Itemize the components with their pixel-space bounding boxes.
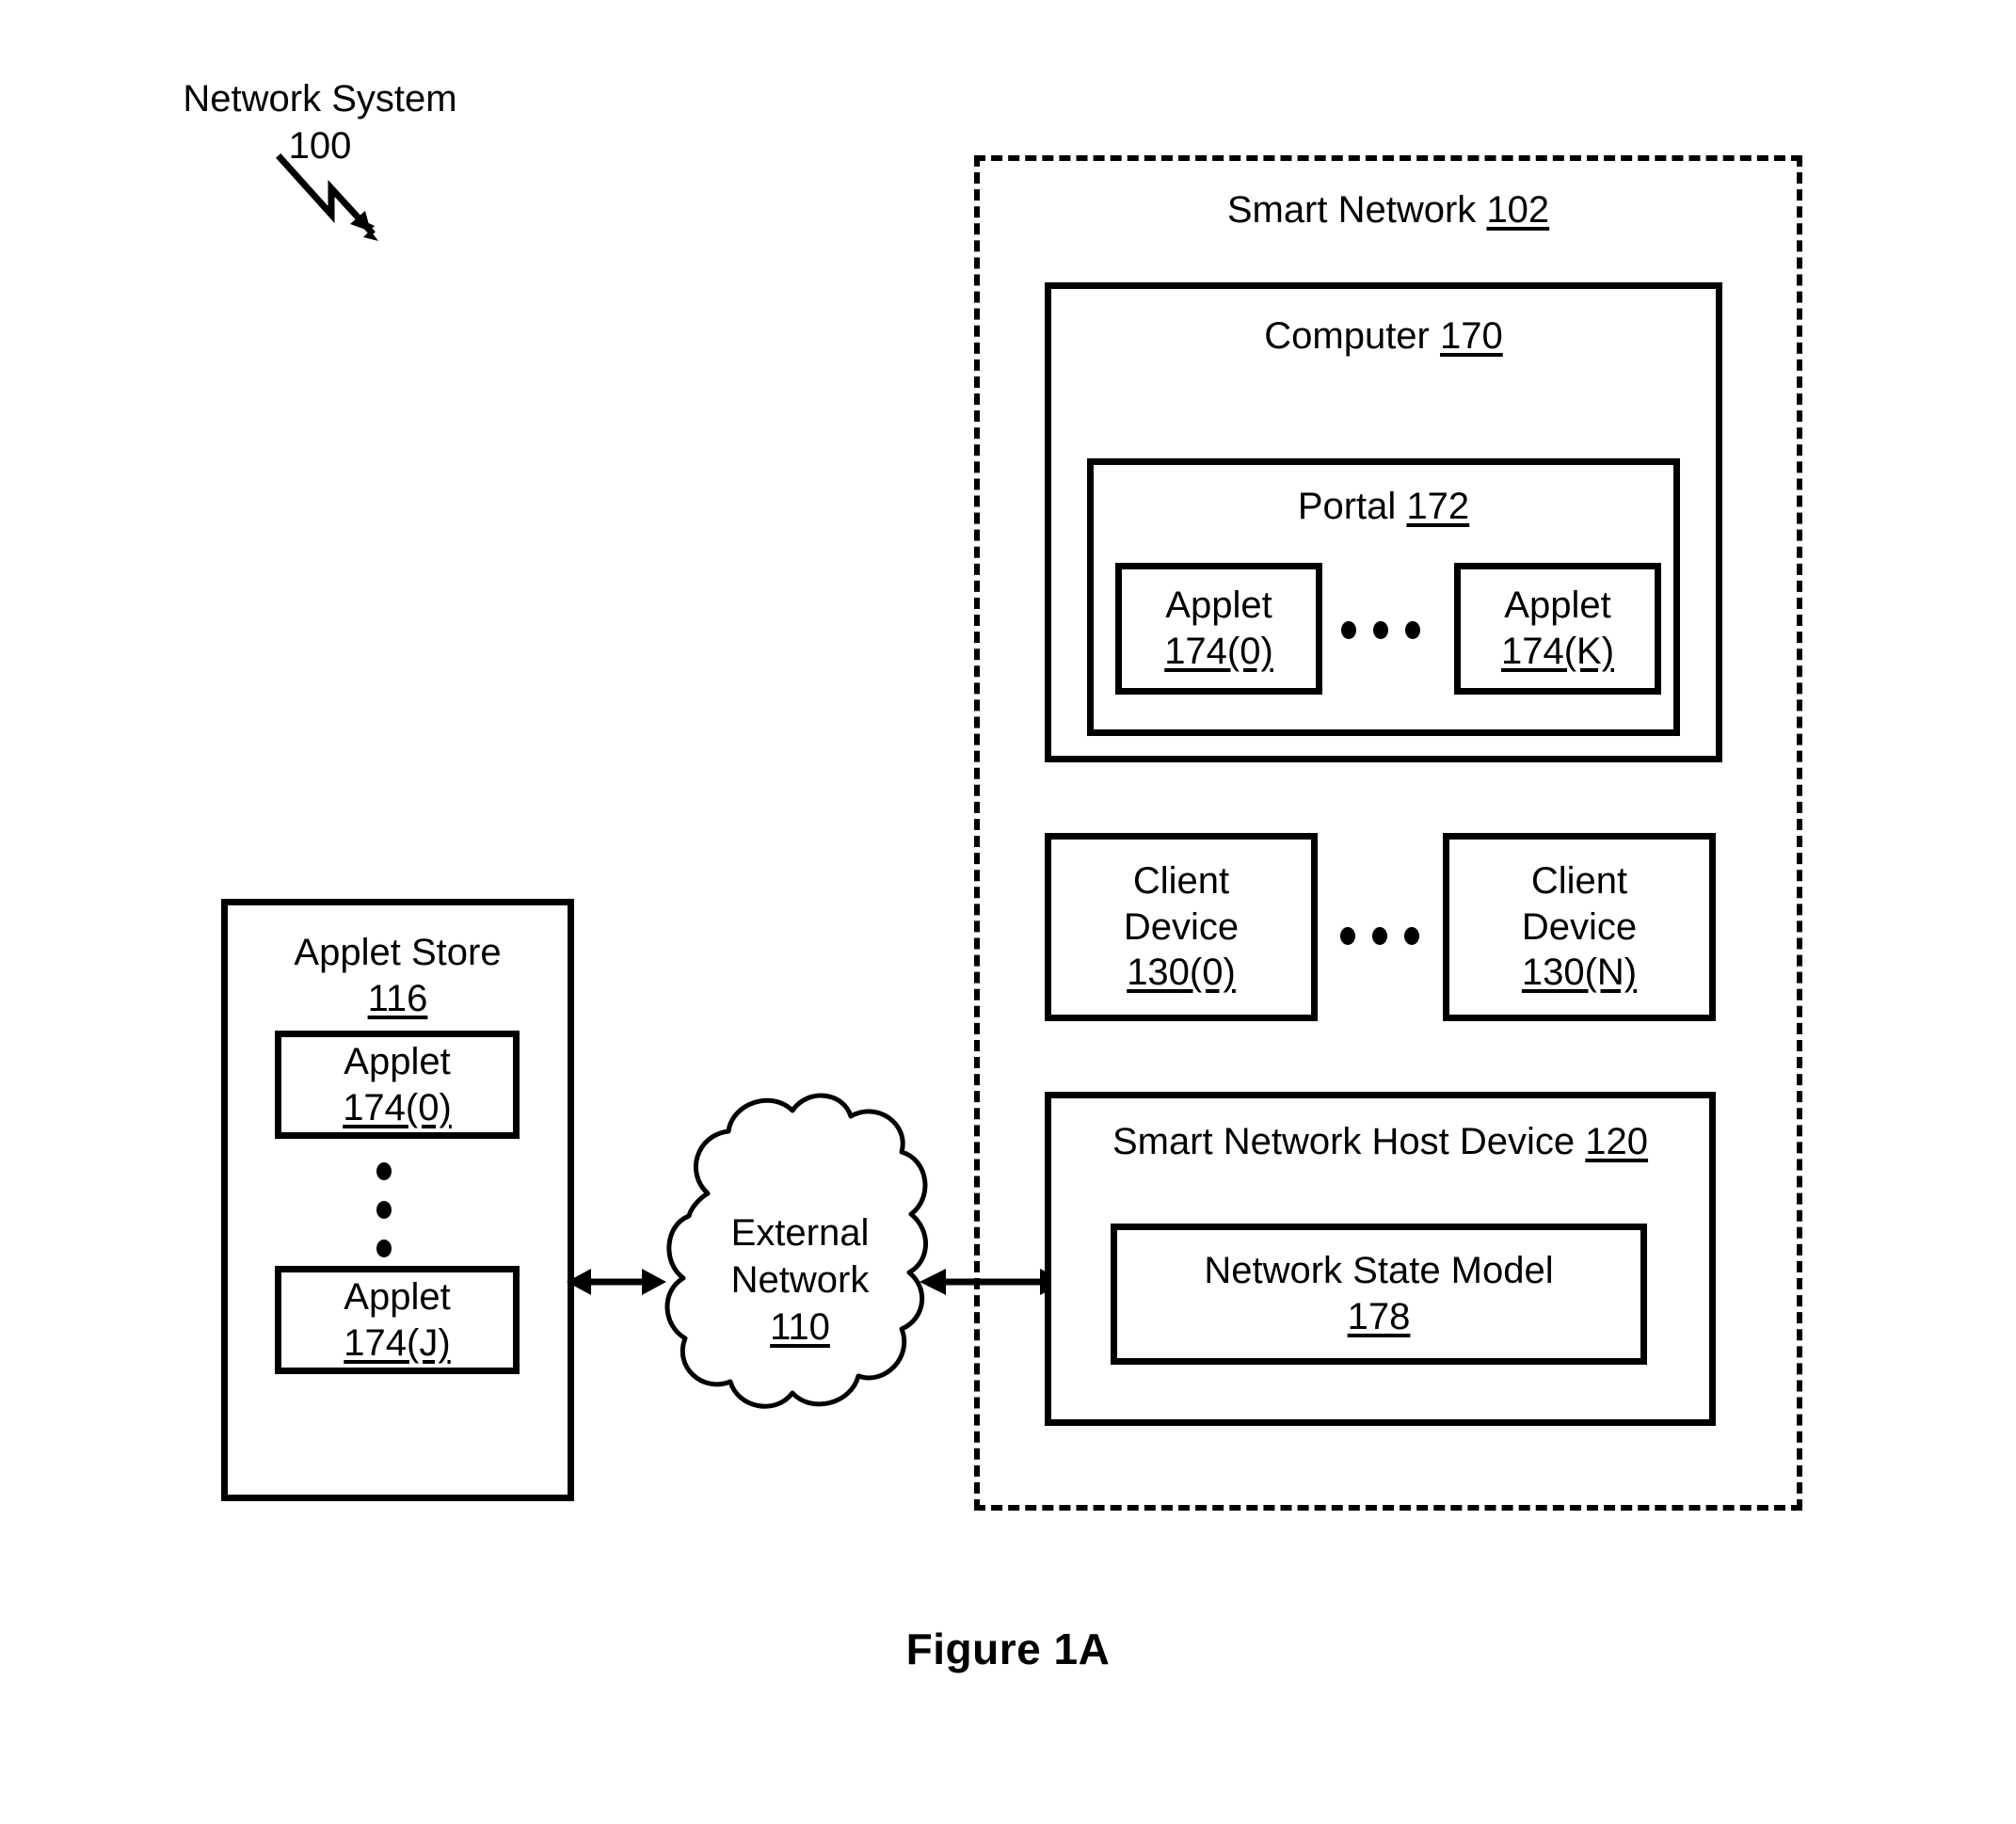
applet-store-item-0: Applet 174(0)	[275, 1031, 520, 1139]
smart-network-ref: 102	[1486, 189, 1550, 231]
applet-store-ref: 116	[367, 977, 428, 1019]
store-to-cloud-arrow-icon	[567, 1269, 666, 1295]
external-network-cloud: External Network 110	[649, 1082, 951, 1478]
dot	[1340, 927, 1355, 945]
portal-applet-ellipsis-icon	[1341, 621, 1420, 639]
applet-store-label: Applet Store	[294, 932, 502, 973]
network-state-model-ref: 178	[1347, 1296, 1411, 1337]
dot	[376, 1162, 392, 1180]
dot	[1341, 621, 1356, 639]
portal-applet-k-text: Applet 174(K)	[1461, 569, 1655, 688]
cloud-icon	[664, 1093, 928, 1409]
portal-applet-0-ref: 174(0)	[1164, 631, 1273, 672]
client-device-0-line2: Device	[1123, 905, 1240, 948]
portal-label: Portal	[1297, 486, 1397, 527]
applet-store-box: Applet Store 116	[221, 899, 574, 1501]
client-device-0-line1: Client	[1132, 859, 1230, 902]
figure-caption: Figure 1A	[905, 1624, 1111, 1673]
portal-applet-0-text: Applet 174(0)	[1122, 569, 1316, 688]
dot	[1373, 621, 1388, 639]
client-device-n-line2: Device	[1521, 905, 1638, 948]
dot	[1404, 927, 1419, 945]
client-device-n: Client Device 130(N)	[1443, 833, 1716, 1021]
network-state-model-text: Network State Model 178	[1117, 1230, 1640, 1358]
applet-store-vertical-ellipsis-icon	[376, 1162, 392, 1257]
computer-label: Computer	[1264, 315, 1430, 357]
client-device-n-text: Client Device 130(N)	[1449, 840, 1709, 1015]
client-device-n-line1: Client	[1530, 859, 1628, 902]
portal-applet-0-label: Applet	[1165, 584, 1272, 627]
portal-title: Portal 172	[1094, 486, 1673, 528]
applet-store-item-0-ref: 174(0)	[343, 1086, 452, 1128]
portal-applet-k-ref: 174(K)	[1500, 631, 1615, 672]
dot	[376, 1201, 392, 1219]
network-state-model-label: Network State Model	[1204, 1250, 1554, 1292]
portal-ref: 172	[1406, 486, 1470, 527]
portal-applet-k: Applet 174(K)	[1454, 563, 1661, 695]
applet-store-item-0-text: Applet 174(0)	[281, 1037, 513, 1132]
host-device-title: Smart Network Host Device 120	[1051, 1121, 1709, 1163]
dot	[1405, 621, 1420, 639]
applet-store-item-j-ref: 174(J)	[344, 1321, 451, 1364]
applet-store-item-j: Applet 174(J)	[275, 1266, 520, 1374]
applet-store-item-j-text: Applet 174(J)	[281, 1272, 513, 1368]
applet-store-title: Applet Store 116	[228, 930, 568, 1022]
client-device-0-text: Client Device 130(0)	[1051, 840, 1311, 1015]
portal-applet-0: Applet 174(0)	[1115, 563, 1322, 695]
host-device-ref: 120	[1585, 1121, 1649, 1162]
client-device-ellipsis-icon	[1340, 927, 1419, 945]
network-state-model-box: Network State Model 178	[1111, 1224, 1647, 1365]
callout-arrow-icon	[276, 153, 378, 241]
host-device-label: Smart Network Host Device	[1112, 1121, 1576, 1162]
applet-store-item-0-label: Applet	[344, 1040, 451, 1082]
portal-applet-k-label: Applet	[1504, 584, 1611, 627]
callout-title: Network System	[183, 78, 457, 120]
client-device-0: Client Device 130(0)	[1045, 833, 1318, 1021]
dot	[376, 1240, 392, 1257]
client-device-n-ref: 130(N)	[1521, 952, 1638, 994]
computer-ref: 170	[1440, 315, 1503, 357]
applet-store-item-j-label: Applet	[344, 1275, 451, 1318]
computer-title: Computer 170	[1051, 315, 1716, 358]
smart-network-label-text: Smart Network	[1226, 189, 1477, 231]
smart-network-title: Smart Network 102	[980, 189, 1797, 232]
dot	[1372, 927, 1387, 945]
client-device-0-ref: 130(0)	[1127, 952, 1236, 994]
